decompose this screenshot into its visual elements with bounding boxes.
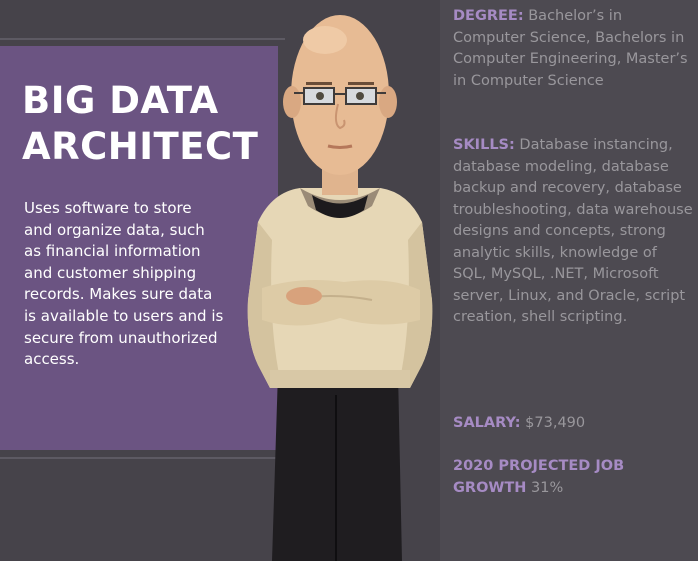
growth-section: 2020 PROJECTED JOB GROWTH 31% [453,456,693,499]
infographic-canvas: BIG DATA ARCHITECT Uses software to stor… [0,0,698,561]
degree-label: DEGREE: [453,8,524,24]
right-ear [379,86,397,118]
skills-value: Database instancing, database modeling, … [453,137,693,325]
job-description: Uses software to store and organize data… [24,199,224,369]
right-eye [356,92,364,100]
growth-value: 31% [531,479,564,496]
head-highlight [303,26,347,54]
hand [286,287,322,305]
left-ear [283,86,301,118]
right-eyebrow [348,82,374,85]
salary-value: $73,490 [525,415,586,431]
skills-section: SKILLS: Database instancing, database mo… [453,135,693,329]
salary-section: SALARY: $73,490 [453,413,693,435]
sweater-hem [270,370,410,388]
skills-label: SKILLS: [453,137,515,153]
degree-section: DEGREE: Bachelor’s in Computer Science, … [453,6,693,92]
left-eye [316,92,324,100]
salary-label: SALARY: [453,415,521,431]
left-eyebrow [306,82,332,85]
architect-illustration [247,15,433,561]
mouth [327,144,353,149]
